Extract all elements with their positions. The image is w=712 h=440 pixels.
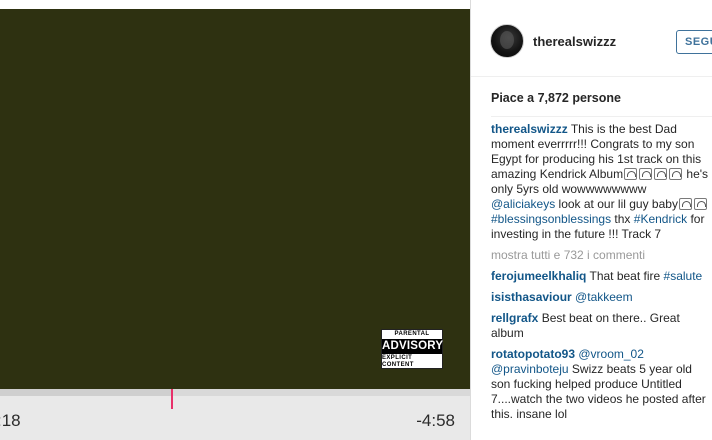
avatar[interactable] <box>490 24 524 58</box>
comment-mention[interactable]: @takkeem <box>575 290 633 304</box>
view-all-comments-link[interactable]: mostra tutti e 732 i commenti <box>491 248 709 263</box>
caption-text-d: thx <box>611 212 634 226</box>
top-strip <box>0 0 470 9</box>
comment-username[interactable]: ferojumeelkhaliq <box>491 269 586 283</box>
post-caption: therealswizzz This is the best Dad momen… <box>491 122 709 242</box>
player-controls: :18 -4:58 <box>0 389 470 440</box>
comment-text: That beat fire <box>586 269 664 283</box>
post-header: therealswizzz SEGUI <box>471 0 712 76</box>
progress-bar[interactable] <box>0 389 470 396</box>
comment-mention[interactable]: @pravinboteju <box>491 362 569 376</box>
progress-fill <box>0 389 172 396</box>
comments-list: therealswizzz This is the best Dad momen… <box>491 122 709 428</box>
likes-count[interactable]: Piace a 7,872 persone <box>491 91 621 105</box>
comment-item: isisthasaviour @takkeem <box>491 290 709 305</box>
headphone-emoji-icon <box>639 168 653 180</box>
comment-username[interactable]: isisthasaviour <box>491 290 572 304</box>
caption-text-c: look at our lil guy baby <box>555 197 678 211</box>
post-sidebar: therealswizzz SEGUI Piace a 7,872 person… <box>471 0 712 440</box>
follow-button[interactable]: SEGUI <box>676 30 712 54</box>
caption-hashtag-blessings[interactable]: #blessingsonblessings <box>491 212 611 226</box>
elapsed-time: :18 <box>0 411 21 430</box>
comment-hashtag[interactable]: #salute <box>664 269 703 283</box>
headphone-emoji-icon <box>624 168 638 180</box>
progress-playhead[interactable] <box>171 389 173 409</box>
post-username[interactable]: therealswizzz <box>533 34 616 49</box>
caption-hashtag-kendrick[interactable]: #Kendrick <box>634 212 687 226</box>
comment-mention[interactable]: @vroom_02 <box>578 347 644 361</box>
headphone-emoji-icon <box>669 168 683 180</box>
likes-divider <box>491 116 712 117</box>
advisory-middle-text: ADVISORY <box>382 339 444 354</box>
video-player[interactable]: PARENTAL ADVISORY EXPLICIT CONTENT <box>0 9 470 389</box>
comment-item: rotatopotato93 @vroom_02 @pravinboteju S… <box>491 347 709 422</box>
caption-username[interactable]: therealswizzz <box>491 122 568 136</box>
advisory-top-text: PARENTAL <box>394 331 430 337</box>
headphone-emoji-icon <box>654 168 668 180</box>
remaining-time: -4:58 <box>416 411 455 430</box>
caption-mention[interactable]: @aliciakeys <box>491 197 555 211</box>
headphone-emoji-icon <box>693 198 707 210</box>
comment-item: ferojumeelkhaliq That beat fire #salute <box>491 269 709 284</box>
parental-advisory-label: PARENTAL ADVISORY EXPLICIT CONTENT <box>381 329 443 369</box>
header-divider <box>471 76 712 77</box>
comment-item: rellgrafx Best beat on there.. Great alb… <box>491 311 709 341</box>
advisory-bottom-text: EXPLICIT CONTENT <box>382 355 414 368</box>
comment-username[interactable]: rellgrafx <box>491 311 538 325</box>
headphone-emoji-icon <box>678 198 692 210</box>
comment-username[interactable]: rotatopotato93 <box>491 347 575 361</box>
